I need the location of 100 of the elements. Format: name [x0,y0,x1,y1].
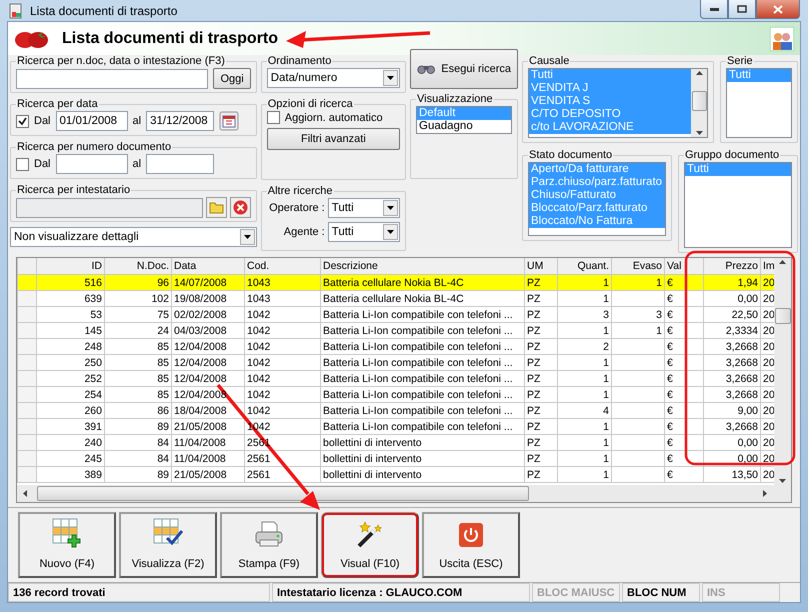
table-cell: 85 [104,386,172,402]
today-button[interactable]: Oggi [213,68,251,89]
folder-icon[interactable] [206,197,227,218]
advanced-filters-button[interactable]: Filtri avanzati [266,128,400,150]
table-cell: 1042 [244,402,320,418]
number-field[interactable] [56,154,128,174]
number-field[interactable] [146,154,214,174]
table-cell: 254 [36,386,104,402]
grid-add-icon [52,518,82,548]
run-search-button[interactable]: Esegui ricerca [410,49,518,89]
table-cell: 1042 [244,322,320,338]
table-cell: 84 [104,434,172,450]
column-header[interactable]: Val [664,258,704,274]
table-cell: 85 [104,338,172,354]
toolbar-button[interactable]: Visual (F10) [321,512,419,578]
table-cell: 4 [558,402,612,418]
table-cell: 84 [104,450,172,466]
toolbar-button[interactable]: Stampa (F9) [220,512,318,578]
group-label: Serie [726,55,754,67]
close-icon [773,4,783,14]
table-cell: 14/07/2008 [172,274,244,290]
table-cell: Batteria Li-Ion compatibile con telefoni ... [320,402,524,418]
table-cell: 516 [36,274,104,290]
users-icon [770,26,794,50]
table-cell: 102 [104,290,172,306]
table-cell: 145 [36,322,104,338]
table-cell: PZ [524,306,558,322]
table-cell: 1 [558,450,612,466]
field-label: Agente : [282,226,325,238]
table-cell: PZ [524,354,558,370]
table-cell: 1042 [244,338,320,354]
table-cell: 1 [612,322,664,338]
checkbox-label: Aggiorn. automatico [284,112,383,124]
table-cell: 04/03/2008 [172,322,244,338]
table-cell: PZ [524,322,558,338]
column-header[interactable]: ID [36,258,104,274]
maximize-button[interactable] [728,0,756,19]
table-cell: 19/08/2008 [172,290,244,306]
table-cell: 1 [558,386,612,402]
delete-icon[interactable] [230,197,251,218]
table-cell: bollettini di intervento [320,450,524,466]
table-cell: 1 [612,274,664,290]
checkbox[interactable] [16,158,29,170]
table-cell: PZ [524,274,558,290]
details-dropdown[interactable]: Non visualizzare dettagli [10,227,257,247]
table-cell: 3,2668 [704,418,760,434]
table-cell: 252 [36,370,104,386]
column-header[interactable]: UM [524,258,558,274]
column-header[interactable]: Cod. [244,258,320,274]
column-header[interactable]: N.Doc. [104,258,172,274]
toolbar-button[interactable]: Nuovo (F4) [18,512,116,578]
search-field[interactable] [16,68,208,88]
checkbox[interactable] [16,114,29,128]
checkbox[interactable] [266,111,280,124]
filter-dropdown[interactable]: Tutti [328,198,400,218]
close-button[interactable] [756,0,800,19]
date-field[interactable]: 31/12/2008 [146,111,214,131]
minimize-button[interactable] [700,0,728,19]
table-cell: 1 [558,274,612,290]
table-cell: 3 [558,306,612,322]
table-cell: Batteria cellulare Nokia BL-4C [320,290,524,306]
table-cell: Batteria Li-Ion compatibile con telefoni ... [320,322,524,338]
date-field[interactable]: 01/01/2008 [56,111,128,131]
key-indicator: BLOC MAIUSC [532,583,620,602]
table-cell: 24 [104,322,172,338]
field-label: Operatore : [268,202,325,214]
column-header[interactable]: Im [760,258,774,274]
scroll-bar[interactable] [774,258,791,485]
table-cell: 75 [104,306,172,322]
toolbar-button[interactable]: Visualizza (F2) [119,512,217,578]
column-header[interactable]: Descrizione [320,258,524,274]
ordering-dropdown[interactable]: Data/numero [266,68,400,88]
horizontal-scroll-bar[interactable] [17,485,791,502]
column-header[interactable]: Quant. [558,258,612,274]
list-box[interactable]: Default Guadagno [416,106,512,134]
table-cell: Batteria Li-Ion compatibile con telefoni ... [320,386,524,402]
table-cell: 21/05/2008 [172,466,244,482]
scroll-bar[interactable] [691,69,707,137]
list-item[interactable]: Guadagno [417,120,511,133]
table-cell: 11/04/2008 [172,434,244,450]
table-cell: bollettini di intervento [320,466,524,482]
check-icon [18,116,27,126]
table-cell: PZ [524,370,558,386]
dropdown-arrow-icon [387,76,394,80]
table-cell: 1042 [244,354,320,370]
group-label: Ordinamento [266,55,332,67]
column-header[interactable]: Evaso [612,258,664,274]
filter-dropdown[interactable]: Tutti [328,222,400,242]
toolbar-button[interactable]: Uscita (ESC) [422,512,520,578]
table-cell: Batteria Li-Ion compatibile con telefoni ... [320,338,524,354]
table-cell: 9,00 [704,402,760,418]
group-label: Ricerca per intestatario [16,184,132,196]
calendar-icon[interactable] [219,111,240,131]
group-label: Visualizzazione [416,93,494,105]
table-cell: Batteria Li-Ion compatibile con telefoni ... [320,370,524,386]
table-cell: Batteria cellulare Nokia BL-4C [320,274,524,290]
power-icon [458,522,484,548]
column-header[interactable]: Data [172,258,244,274]
table-cell: € [664,466,704,482]
column-header[interactable]: Prezzo [704,258,760,274]
